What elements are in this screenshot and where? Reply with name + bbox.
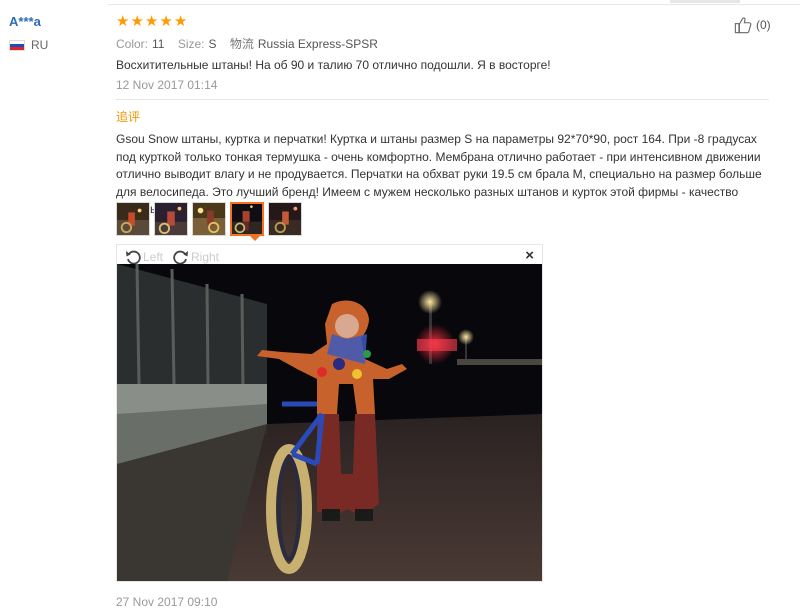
selected-thumbnail-indicator bbox=[250, 236, 260, 241]
logistics-label: 物流 bbox=[229, 37, 254, 51]
color-label: Color: bbox=[116, 37, 149, 51]
top-divider bbox=[108, 4, 800, 5]
size-label: Size: bbox=[177, 37, 205, 51]
helpful-count: (0) bbox=[756, 18, 771, 32]
size-value: S bbox=[208, 37, 217, 51]
star-icon: ★ bbox=[173, 13, 188, 30]
rotate-right-icon bbox=[173, 250, 188, 265]
reviewer-name: A***a bbox=[9, 14, 41, 29]
followup-date: 27 Nov 2017 09:10 bbox=[116, 595, 218, 609]
thumbs-up-icon bbox=[734, 17, 752, 34]
followup-label: 追评 bbox=[116, 110, 141, 124]
photo-thumbnail[interactable] bbox=[154, 202, 188, 236]
order-info: Color: 11 Size: S 物流 Russia Express-SPSR bbox=[116, 35, 388, 52]
review-text: Восхитительные штаны! На об 90 и талию 7… bbox=[116, 58, 551, 72]
rotate-left-label: Left bbox=[143, 250, 164, 264]
star-icon: ★ bbox=[159, 13, 173, 30]
review-date: 12 Nov 2017 01:14 bbox=[116, 78, 218, 92]
color-value: 11 bbox=[152, 37, 165, 51]
top-button-stub bbox=[670, 0, 740, 3]
star-rating: ★ ★ ★ ★ ★ bbox=[116, 14, 187, 30]
photo-thumbnail-selected[interactable] bbox=[230, 202, 264, 236]
rotate-right-button[interactable]: Right bbox=[173, 249, 219, 265]
close-viewer-button[interactable]: × bbox=[525, 248, 534, 263]
photo-thumbnail[interactable] bbox=[192, 202, 226, 236]
star-icon: ★ bbox=[130, 13, 144, 30]
rotate-left-icon bbox=[126, 250, 141, 265]
star-icon: ★ bbox=[116, 13, 130, 30]
photo-thumbnails bbox=[116, 202, 302, 236]
helpful-button[interactable]: (0) bbox=[734, 16, 771, 34]
review-divider bbox=[116, 99, 769, 100]
russia-flag-icon bbox=[9, 40, 25, 51]
rotate-right-label: Right bbox=[191, 250, 220, 264]
review-photo bbox=[117, 264, 542, 581]
photo-thumbnail[interactable] bbox=[116, 202, 150, 236]
logistics-value: Russia Express-SPSR bbox=[257, 37, 378, 51]
star-icon: ★ bbox=[144, 13, 159, 30]
rotate-left-button[interactable]: Left bbox=[125, 249, 163, 265]
photo-thumbnail[interactable] bbox=[268, 202, 302, 236]
reviewer-country: RU bbox=[31, 38, 49, 52]
photo-viewer: Left Right × bbox=[116, 244, 543, 582]
